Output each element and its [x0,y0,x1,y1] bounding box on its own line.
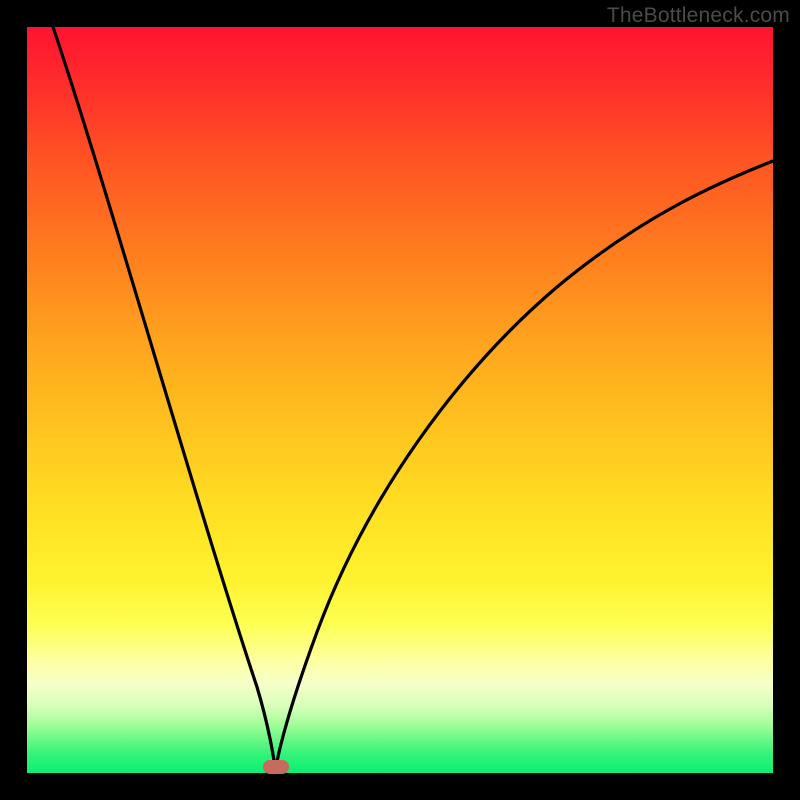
bottleneck-curve [53,27,773,771]
chart-frame: TheBottleneck.com [0,0,800,800]
watermark-text: TheBottleneck.com [607,4,790,28]
plot-area [27,27,773,773]
optimum-marker [263,760,289,774]
curve-layer [27,27,773,773]
